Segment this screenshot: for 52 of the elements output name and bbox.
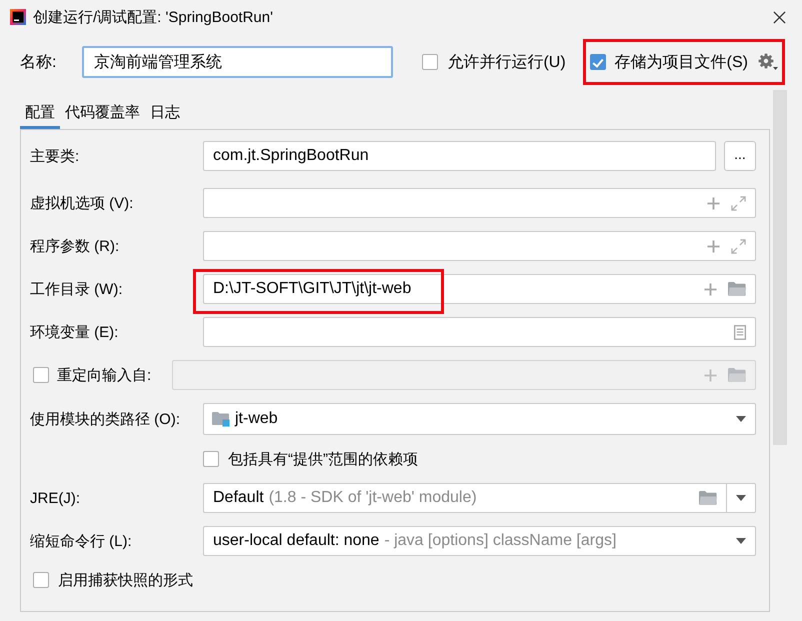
- field-label: 使用模块的类路径 (O):: [30, 410, 180, 428]
- tab[interactable]: 代码覆盖率: [60, 95, 145, 129]
- field-label: 虚拟机选项 (V):: [30, 194, 134, 212]
- folder-icon[interactable]: [728, 368, 746, 382]
- browse-button[interactable]: ...: [724, 141, 756, 171]
- caret-icon[interactable]: [736, 538, 746, 544]
- path-field[interactable]: D:\JT-SOFT\GIT\JT\jt\jt-web: [203, 274, 756, 304]
- combo-field[interactable]: Default (1.8 - SDK of 'jt-web' module): [203, 483, 727, 513]
- checkbox-label: 存储为项目文件(S): [614, 52, 748, 72]
- close-icon[interactable]: [773, 10, 786, 24]
- text-field[interactable]: [203, 317, 756, 347]
- field-label: 名称:: [20, 52, 58, 72]
- checkbox-label: 包括具有“提供”范围的依赖项: [228, 450, 418, 468]
- gear-icon[interactable]: [758, 53, 778, 71]
- checkbox[interactable]: [422, 54, 438, 70]
- checkbox[interactable]: [33, 572, 49, 588]
- text-field[interactable]: com.jt.SpringBootRun: [203, 141, 716, 171]
- plus-icon[interactable]: [707, 196, 720, 210]
- plus-icon[interactable]: [704, 282, 717, 296]
- folder-icon[interactable]: [728, 282, 746, 296]
- field-label: 工作目录 (W):: [30, 280, 122, 298]
- tab[interactable]: 配置: [20, 95, 60, 129]
- module-folder-icon: [212, 411, 230, 427]
- window-title: 创建运行/调试配置: 'SpringBootRun': [33, 8, 273, 26]
- dropdown-button[interactable]: [727, 483, 756, 513]
- field-label: JRE(J):: [30, 490, 80, 506]
- caret-icon[interactable]: [736, 416, 746, 422]
- text-field[interactable]: [203, 231, 756, 261]
- name-field[interactable]: 京淘前端管理系统: [82, 46, 393, 78]
- dropdown-field[interactable]: user-local default: none - java [options] className [args]: [203, 526, 756, 556]
- expand-icon[interactable]: [731, 196, 746, 210]
- checkbox-label: 启用捕获快照的形式: [58, 570, 193, 590]
- folder-icon[interactable]: [699, 491, 717, 505]
- checkbox[interactable]: [33, 367, 49, 383]
- checkbox-label: 允许并行运行(U): [447, 52, 566, 72]
- dropdown-field[interactable]: jt-web: [203, 403, 756, 435]
- tab[interactable]: 日志: [145, 95, 185, 129]
- field-label: 程序参数 (R):: [30, 236, 120, 256]
- field-label: 环境变量 (E):: [30, 322, 118, 342]
- checkbox[interactable]: [203, 451, 219, 467]
- app-icon: [10, 9, 26, 25]
- document-icon[interactable]: [734, 324, 746, 340]
- path-field[interactable]: [172, 360, 756, 390]
- field-label: 主要类:: [30, 146, 80, 166]
- text-field[interactable]: [203, 188, 756, 218]
- field-label: 缩短命令行 (L):: [30, 532, 132, 550]
- caret-icon: [736, 495, 746, 501]
- plus-icon[interactable]: [707, 240, 720, 252]
- checkbox-label: 重定向输入自:: [57, 366, 152, 384]
- plus-icon[interactable]: [704, 368, 717, 382]
- checkbox[interactable]: [590, 54, 606, 70]
- expand-icon[interactable]: [731, 238, 746, 254]
